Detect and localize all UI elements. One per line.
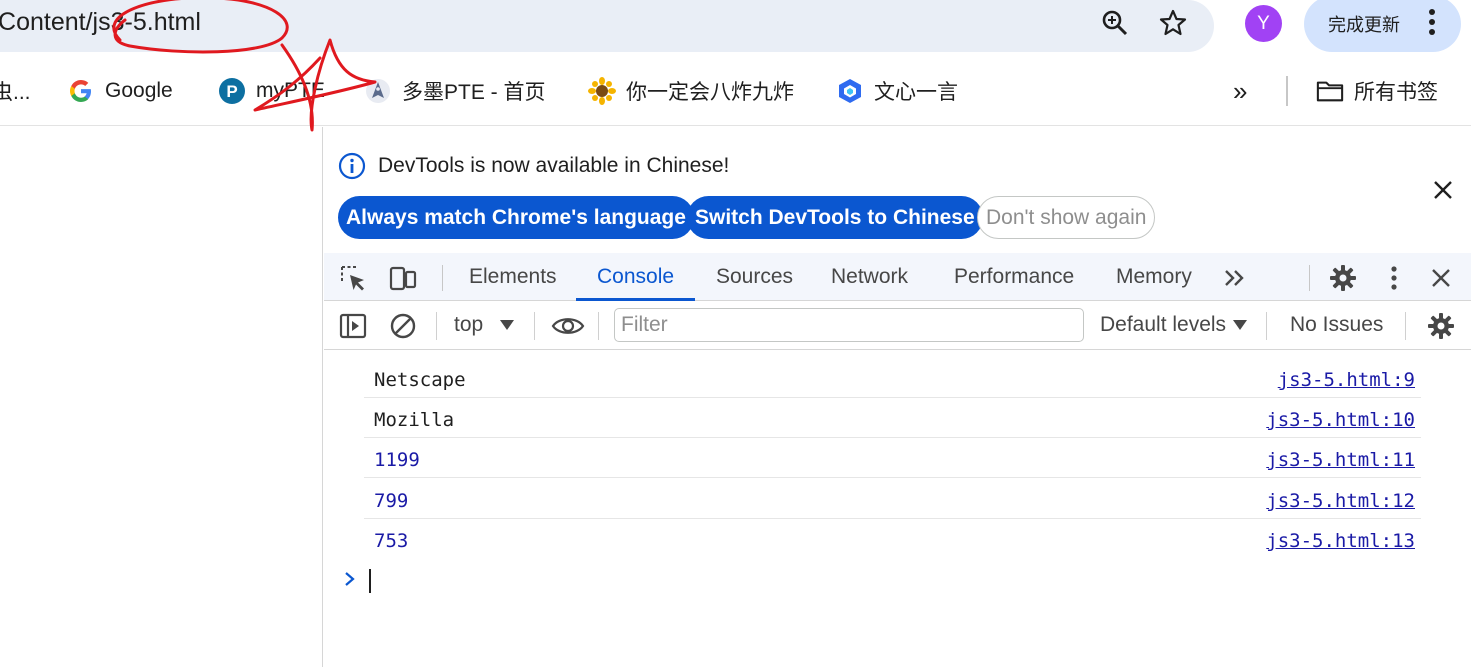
update-button-label: 完成更新 xyxy=(1328,15,1400,35)
bookmark-item-mypte[interactable]: P myPTE xyxy=(218,76,325,106)
bookmark-label: Google xyxy=(105,79,173,102)
svg-text:P: P xyxy=(226,82,237,101)
bookmark-item-wenxin[interactable]: 文心一言 xyxy=(836,76,958,106)
console-message-text: Netscape xyxy=(374,369,466,391)
tab-console[interactable]: Console xyxy=(597,265,674,289)
language-infobar: DevTools is now available in Chinese! Al… xyxy=(324,127,1471,253)
bookmark-item-0[interactable]: 虫... xyxy=(0,76,31,106)
eye-icon[interactable] xyxy=(551,311,585,341)
address-bar[interactable]: jsContent/js3-5.html xyxy=(0,0,1214,52)
toolbar-divider xyxy=(1405,312,1406,340)
folder-icon xyxy=(1316,77,1344,105)
bookmarks-divider xyxy=(1286,76,1288,106)
toolbar-divider xyxy=(436,312,437,340)
settings-gear-icon[interactable] xyxy=(1328,263,1358,293)
inspect-element-icon[interactable] xyxy=(338,263,368,293)
double-chevron-icon: » xyxy=(1233,75,1248,106)
pen-nib-icon xyxy=(364,77,392,105)
always-match-language-button[interactable]: Always match Chrome's language xyxy=(338,196,694,239)
console-source-link[interactable]: js3-5.html:9 xyxy=(1278,369,1415,391)
bookmark-item-duomo[interactable]: 多墨PTE - 首页 xyxy=(364,76,546,106)
google-icon xyxy=(67,77,95,105)
page-viewport xyxy=(0,127,323,667)
console-output: Netscape js3-5.html:9 Mozilla js3-5.html… xyxy=(324,351,1471,667)
kebab-menu-icon[interactable] xyxy=(1379,263,1409,293)
bookmark-item-google[interactable]: Google xyxy=(67,76,173,106)
console-message-text: 799 xyxy=(374,490,409,512)
console-settings-gear-icon[interactable] xyxy=(1426,311,1456,341)
url-text[interactable]: jsContent/js3-5.html xyxy=(0,8,201,37)
avatar[interactable]: Y xyxy=(1245,5,1282,42)
bookmark-label: myPTE xyxy=(256,79,325,102)
console-message: 799 js3-5.html:12 xyxy=(364,479,1421,519)
devtools-tab-bar: Elements Console Sources Network Perform… xyxy=(324,253,1471,301)
console-message-text: 753 xyxy=(374,530,409,552)
device-toolbar-icon[interactable] xyxy=(388,263,418,293)
dropdown-arrow-icon xyxy=(1233,320,1247,330)
toolbar-divider xyxy=(1309,265,1310,291)
console-source-link[interactable]: js3-5.html:11 xyxy=(1266,449,1415,471)
close-devtools-icon[interactable] xyxy=(1426,263,1456,293)
zoom-in-icon[interactable] xyxy=(1100,8,1130,38)
console-input-caret[interactable] xyxy=(369,569,371,593)
bookmarks-bar: 虫... Google P myPTE 多墨PTE - 首页 你一定会八炸九炸 … xyxy=(0,60,1471,126)
console-source-link[interactable]: js3-5.html:10 xyxy=(1266,409,1415,431)
filter-input[interactable] xyxy=(615,309,1083,341)
devtools-panel: DevTools is now available in Chinese! Al… xyxy=(324,127,1471,667)
pearson-icon: P xyxy=(218,77,246,105)
toolbar-divider xyxy=(1266,312,1267,340)
console-source-link[interactable]: js3-5.html:13 xyxy=(1266,530,1415,552)
console-source-link[interactable]: js3-5.html:12 xyxy=(1266,490,1415,512)
clear-console-icon[interactable] xyxy=(388,311,418,341)
dont-show-again-button[interactable]: Don't show again xyxy=(977,196,1156,239)
console-message-text: 1199 xyxy=(374,449,420,471)
more-tabs-icon[interactable] xyxy=(1220,263,1250,293)
issues-counter[interactable]: No Issues xyxy=(1290,313,1383,337)
all-bookmarks-button[interactable]: 所有书签 xyxy=(1316,76,1438,106)
filter-field[interactable] xyxy=(614,308,1084,342)
browser-toolbar: jsContent/js3-5.html Y 完成更新 xyxy=(0,0,1471,60)
console-prompt-chevron-icon xyxy=(345,572,355,586)
tab-memory[interactable]: Memory xyxy=(1116,265,1192,289)
tab-elements[interactable]: Elements xyxy=(469,265,557,289)
toolbar-divider xyxy=(534,312,535,340)
infobar-message: DevTools is now available in Chinese! xyxy=(378,154,730,177)
bookmark-label: 文心一言 xyxy=(874,81,958,104)
context-selector-value: top xyxy=(454,313,484,336)
bookmark-label: 虫... xyxy=(0,81,31,104)
console-message: Mozilla js3-5.html:10 xyxy=(364,398,1421,438)
bookmarks-overflow-button[interactable]: » xyxy=(1233,76,1247,106)
all-bookmarks-label: 所有书签 xyxy=(1354,81,1438,104)
switch-to-chinese-button[interactable]: Switch DevTools to Chinese xyxy=(687,196,983,239)
tab-sources[interactable]: Sources xyxy=(716,265,793,289)
toolbar-divider xyxy=(598,312,599,340)
close-icon[interactable] xyxy=(1430,177,1456,203)
console-toolbar: top Default levels No Issues xyxy=(324,301,1471,350)
sidebar-toggle-icon[interactable] xyxy=(338,311,368,341)
bookmark-label: 你一定会八炸九炸 xyxy=(626,81,794,104)
toolbar-divider xyxy=(442,265,443,291)
bookmark-label: 多墨PTE - 首页 xyxy=(402,81,546,104)
kebab-menu-icon xyxy=(1429,9,1435,35)
console-message: Netscape js3-5.html:9 xyxy=(364,358,1421,398)
log-levels-label: Default levels xyxy=(1100,313,1227,336)
dropdown-arrow-icon xyxy=(500,320,514,330)
bookmark-item-sunflower[interactable]: 你一定会八炸九炸 xyxy=(588,76,794,106)
wenxin-icon xyxy=(836,77,864,105)
console-message: 753 js3-5.html:13 xyxy=(364,519,1421,559)
sunflower-icon xyxy=(588,77,616,105)
tab-performance[interactable]: Performance xyxy=(954,265,1074,289)
update-button[interactable]: 完成更新 xyxy=(1304,0,1461,52)
star-icon[interactable] xyxy=(1158,8,1188,38)
console-message-text: Mozilla xyxy=(374,409,455,431)
console-message: 1199 js3-5.html:11 xyxy=(364,438,1421,478)
tab-network[interactable]: Network xyxy=(831,265,908,289)
info-icon xyxy=(338,152,366,180)
